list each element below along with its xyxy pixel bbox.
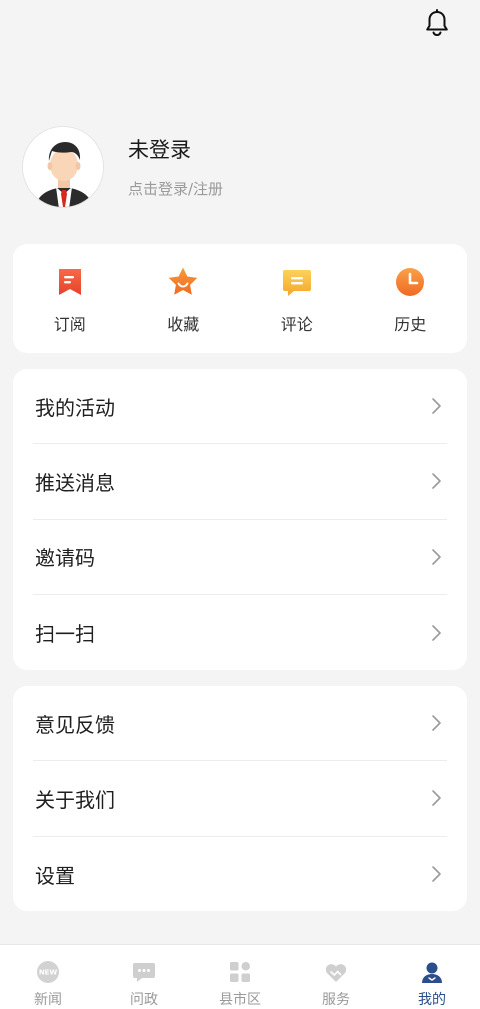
tab-label: 问政 <box>130 992 158 1008</box>
quick-action-comments[interactable]: 评论 <box>240 244 354 353</box>
tab-services[interactable]: 服务 <box>288 945 384 1009</box>
quick-actions-card: 订阅 收藏 评论 历史 <box>13 244 467 353</box>
quick-action-label: 评论 <box>280 315 313 334</box>
menu-item-settings[interactable]: 设置 <box>33 837 447 912</box>
quick-action-label: 订阅 <box>53 315 86 334</box>
tab-inquiry[interactable]: 问政 <box>96 945 192 1009</box>
menu-item-label: 意见反馈 <box>35 712 115 737</box>
tab-label: 我的 <box>418 992 446 1008</box>
tab-news[interactable]: NEW 新闻 <box>0 945 96 1009</box>
quick-action-favorites[interactable]: 收藏 <box>127 244 241 353</box>
avatar-image <box>23 127 103 207</box>
chat-icon <box>133 963 155 982</box>
bell-icon <box>426 9 448 37</box>
comment-icon <box>282 270 311 296</box>
quick-action-history[interactable]: 历史 <box>354 244 468 353</box>
menu-item-feedback[interactable]: 意见反馈 <box>33 686 447 762</box>
menu-item-invite-code[interactable]: 邀请码 <box>33 520 447 595</box>
username: 未登录 <box>128 137 191 162</box>
tab-label: 服务 <box>322 992 350 1008</box>
menu-item-my-activities[interactable]: 我的活动 <box>33 369 447 445</box>
tab-label: 新闻 <box>34 992 62 1008</box>
bottom-tab-bar: NEW 新闻 问政 县市区 服务 我的 <box>0 944 480 1009</box>
user-icon <box>422 962 442 983</box>
chevron-right-icon <box>429 547 443 567</box>
avatar[interactable] <box>22 126 104 208</box>
quick-action-subscribe[interactable]: 订阅 <box>13 244 127 353</box>
grid-icon <box>230 962 250 982</box>
menu-item-label: 关于我们 <box>35 787 115 812</box>
svg-text:NEW: NEW <box>39 969 58 977</box>
chevron-right-icon <box>429 713 443 733</box>
menu-item-scan[interactable]: 扫一扫 <box>33 595 447 670</box>
quick-action-label: 收藏 <box>167 315 200 334</box>
tab-label: 县市区 <box>219 992 261 1008</box>
menu-group-1: 我的活动 推送消息 邀请码 扫一扫 <box>13 369 467 670</box>
tab-mine[interactable]: 我的 <box>384 945 480 1009</box>
menu-item-label: 扫一扫 <box>35 622 95 647</box>
menu-item-about-us[interactable]: 关于我们 <box>33 761 447 837</box>
menu-group-2: 意见反馈 关于我们 设置 <box>13 686 467 911</box>
heart-handshake-icon <box>325 964 347 982</box>
profile-header[interactable]: 未登录 点击登录/注册 <box>22 125 462 209</box>
subscribe-icon <box>58 269 81 295</box>
star-icon <box>168 267 198 295</box>
clock-icon <box>396 268 425 296</box>
chevron-right-icon <box>429 396 443 416</box>
menu-item-push-messages[interactable]: 推送消息 <box>33 444 447 520</box>
menu-item-label: 设置 <box>35 863 75 888</box>
notification-bell-button[interactable] <box>420 6 454 40</box>
chevron-right-icon <box>429 623 443 643</box>
quick-action-label: 历史 <box>394 315 427 334</box>
chevron-right-icon <box>429 788 443 808</box>
chevron-right-icon <box>429 471 443 491</box>
tab-counties[interactable]: 县市区 <box>192 945 288 1009</box>
menu-item-label: 我的活动 <box>35 395 115 420</box>
chevron-right-icon <box>429 864 443 884</box>
menu-item-label: 推送消息 <box>35 470 115 495</box>
news-icon: NEW <box>37 961 59 983</box>
menu-item-label: 邀请码 <box>35 546 95 571</box>
login-register-link[interactable]: 点击登录/注册 <box>128 178 223 199</box>
